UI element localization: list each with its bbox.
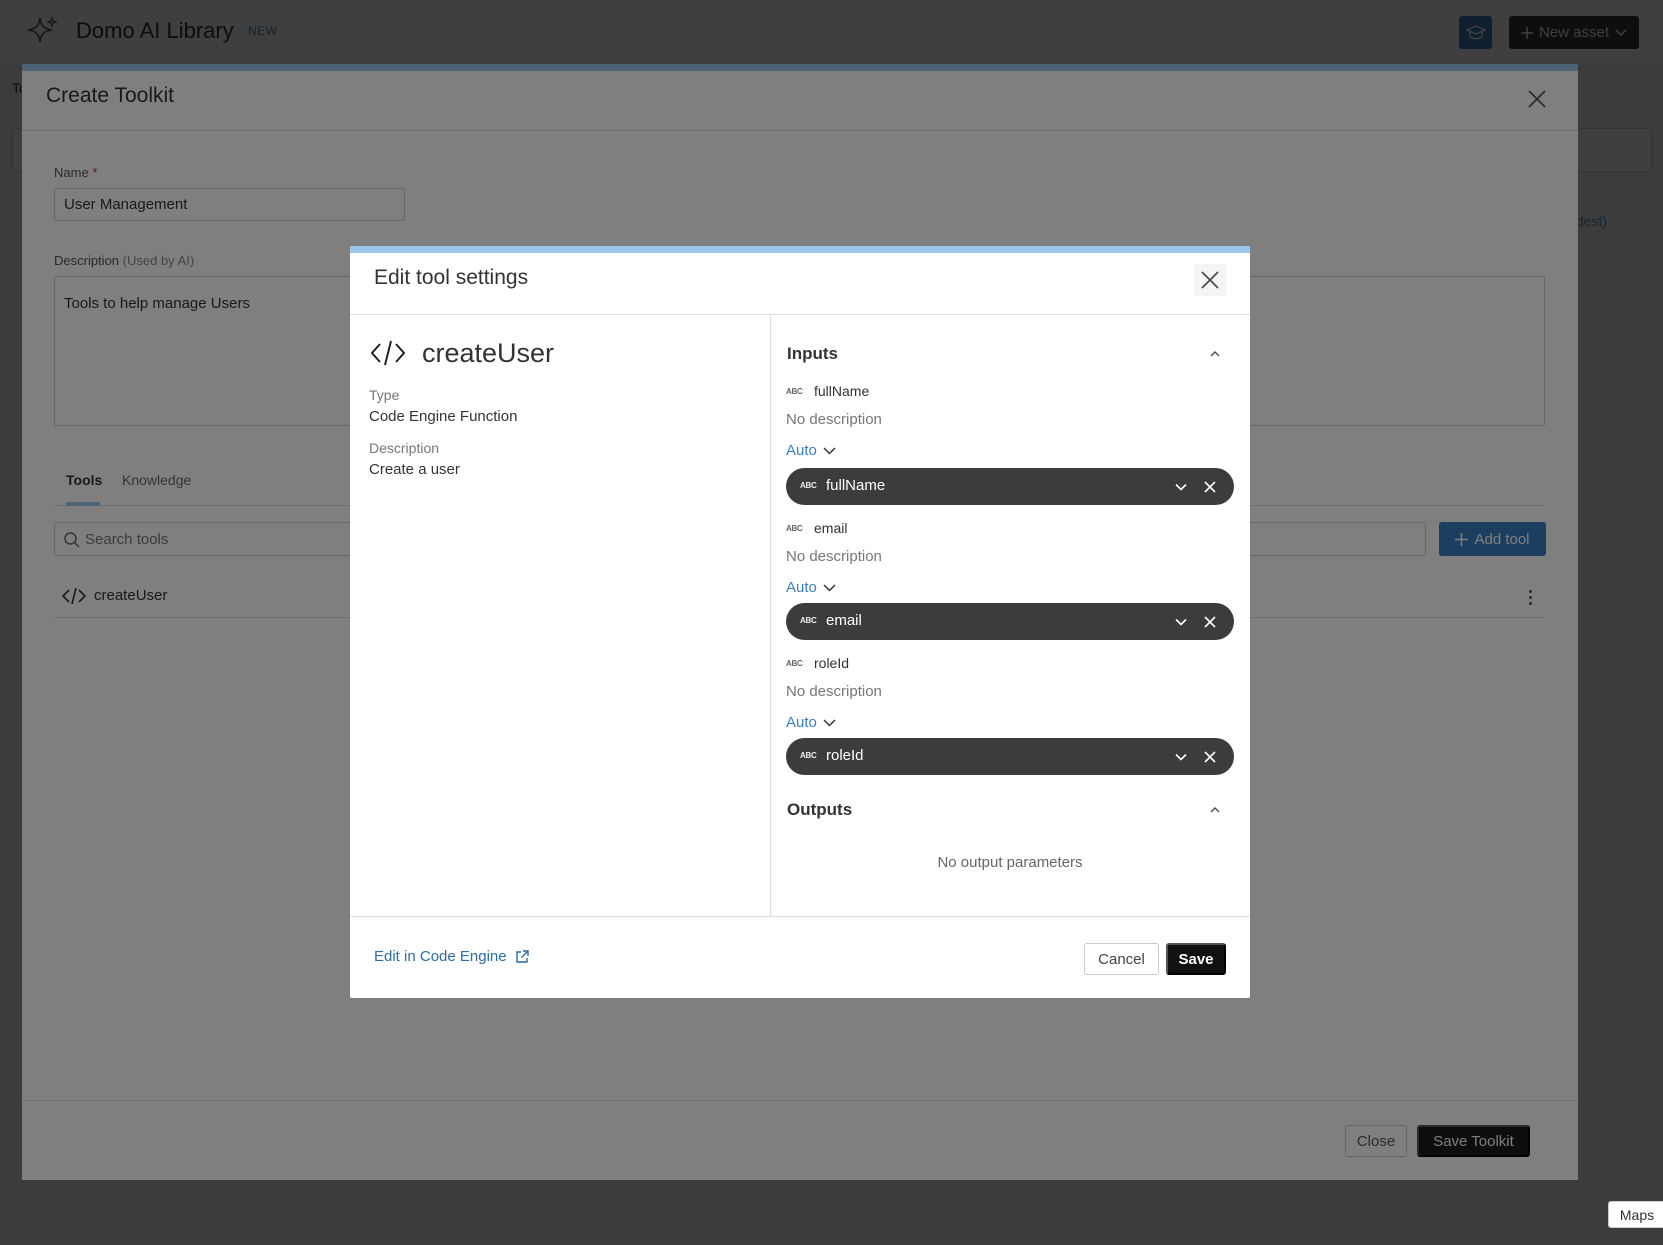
code-icon: [370, 340, 406, 366]
close-icon: [1201, 271, 1219, 289]
input-mode-dropdown[interactable]: Auto: [786, 579, 836, 596]
edit-link-label: Edit in Code Engine: [374, 948, 507, 965]
input-value-label: roleId: [826, 747, 864, 764]
string-type-icon: ABC: [786, 659, 803, 668]
type-value: Code Engine Function: [369, 408, 518, 425]
chevron-down-icon[interactable]: [1174, 750, 1188, 764]
description-value: Create a user: [369, 461, 460, 478]
input-mode-dropdown[interactable]: Auto: [786, 714, 836, 731]
input-mode-label: Auto: [786, 714, 817, 731]
chevron-down-icon: [823, 718, 836, 727]
type-label: Type: [369, 387, 400, 403]
input-value-select[interactable]: ABC roleId: [786, 738, 1234, 775]
inputs-section-title: Inputs: [787, 344, 838, 363]
cancel-button[interactable]: Cancel: [1084, 943, 1159, 975]
edit-in-code-engine-link[interactable]: Edit in Code Engine: [374, 948, 529, 965]
edit-close-button[interactable]: [1194, 264, 1226, 296]
modal-accent-bar: [350, 246, 1250, 253]
input-value-label: email: [826, 612, 862, 629]
no-outputs-message: No output parameters: [937, 854, 1083, 871]
input-value-label: fullName: [826, 477, 886, 494]
column-divider: [770, 315, 771, 916]
outputs-section-title: Outputs: [787, 800, 853, 819]
input-param-description: No description: [786, 411, 882, 428]
description-label: Description: [369, 440, 440, 456]
edit-modal-title: Edit tool settings: [374, 266, 529, 289]
input-mode-label: Auto: [786, 442, 817, 459]
chevron-down-icon: [823, 446, 836, 455]
clear-icon[interactable]: [1203, 750, 1217, 764]
divider: [350, 314, 1250, 315]
string-type-icon: ABC: [786, 524, 803, 533]
input-value-select[interactable]: ABC email: [786, 603, 1234, 640]
maps-tooltip: Maps: [1608, 1201, 1663, 1228]
chevron-down-icon: [823, 583, 836, 592]
input-param-name: roleId: [814, 655, 850, 671]
input-param-description: No description: [786, 683, 882, 700]
external-link-icon: [515, 949, 529, 963]
input-param-name: email: [814, 520, 848, 536]
chevron-up-icon[interactable]: [1208, 347, 1222, 361]
input-value-select[interactable]: ABC fullName: [786, 468, 1234, 505]
chevron-down-icon[interactable]: [1174, 480, 1188, 494]
string-type-icon: ABC: [786, 387, 803, 396]
input-mode-dropdown[interactable]: Auto: [786, 442, 836, 459]
string-type-icon: ABC: [800, 616, 817, 625]
chevron-down-icon[interactable]: [1174, 615, 1188, 629]
string-type-icon: ABC: [800, 751, 817, 760]
clear-icon[interactable]: [1203, 480, 1217, 494]
clear-icon[interactable]: [1203, 615, 1217, 629]
tool-name-heading: createUser: [422, 338, 555, 368]
input-param-description: No description: [786, 548, 882, 565]
edit-tool-settings-modal: Edit tool settings createUser Type Code …: [350, 246, 1250, 998]
chevron-up-icon[interactable]: [1208, 803, 1222, 817]
save-button[interactable]: Save: [1166, 943, 1226, 975]
divider: [350, 916, 1250, 917]
input-mode-label: Auto: [786, 579, 817, 596]
input-param-name: fullName: [814, 383, 870, 399]
string-type-icon: ABC: [800, 481, 817, 490]
